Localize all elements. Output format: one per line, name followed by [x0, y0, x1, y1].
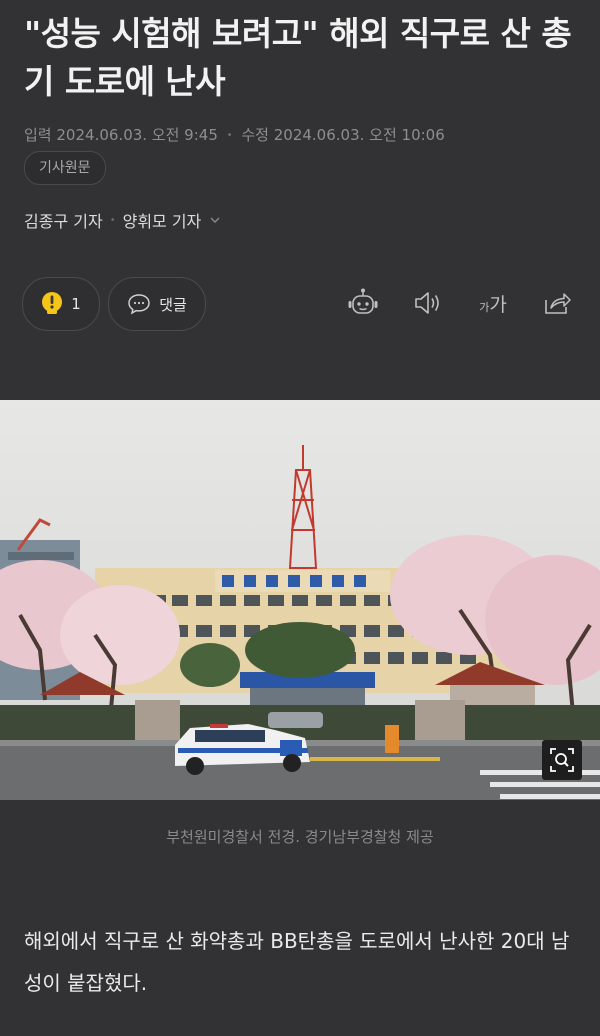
article-photo[interactable]: [0, 400, 600, 800]
font-size-small: 가: [479, 300, 490, 314]
police-station-photo: [0, 400, 600, 800]
share-icon: [545, 293, 571, 314]
article-body: 해외에서 직구로 산 화약총과 BB탄총을 도로에서 난사한 20대 남성이 붙…: [24, 929, 570, 995]
published-time: 2024.06.03. 오전 9:45: [56, 126, 218, 144]
speaker-icon: [415, 292, 439, 314]
share-button[interactable]: [540, 286, 574, 320]
comment-bubble-icon: [128, 294, 150, 315]
listen-button[interactable]: [411, 286, 445, 320]
original-article-button[interactable]: 기사원문: [24, 151, 106, 185]
published-label: 입력: [24, 126, 52, 144]
article-headline: "성능 시험해 보려고" 해외 직구로 산 총기 도로에 난사: [24, 14, 572, 101]
article-timestamps: 입력 2024.06.03. 오전 9:45 • 수정 2024.06.03. …: [24, 124, 445, 145]
zoom-button[interactable]: [542, 740, 582, 780]
reaction-count: 1: [71, 295, 81, 313]
comment-button[interactable]: 댓글: [108, 277, 206, 331]
summary-bot-button[interactable]: [346, 286, 380, 320]
meta-separator: •: [226, 130, 233, 141]
font-size-button[interactable]: 가가: [473, 286, 513, 320]
zoom-icon: [550, 748, 574, 772]
font-size-label: 가가: [479, 290, 507, 317]
reporter-list[interactable]: 김종구 기자 • 양휘모 기자: [24, 208, 221, 232]
font-size-large: 가: [489, 293, 507, 316]
reporter-name[interactable]: 양휘모 기자: [123, 208, 202, 232]
robot-summary-icon: [348, 288, 378, 314]
photo-caption: 부천원미경찰서 전경. 경기남부경찰청 제공: [166, 828, 434, 846]
reporter-name[interactable]: 김종구 기자: [24, 208, 103, 232]
reaction-button[interactable]: 1: [22, 277, 100, 331]
comment-label: 댓글: [159, 295, 187, 314]
reporter-separator: •: [109, 214, 116, 226]
modified-label: 수정: [241, 126, 269, 144]
lightbulb-icon: [42, 292, 63, 314]
chevron-down-icon[interactable]: [209, 214, 221, 226]
modified-time: 2024.06.03. 오전 10:06: [273, 126, 445, 144]
